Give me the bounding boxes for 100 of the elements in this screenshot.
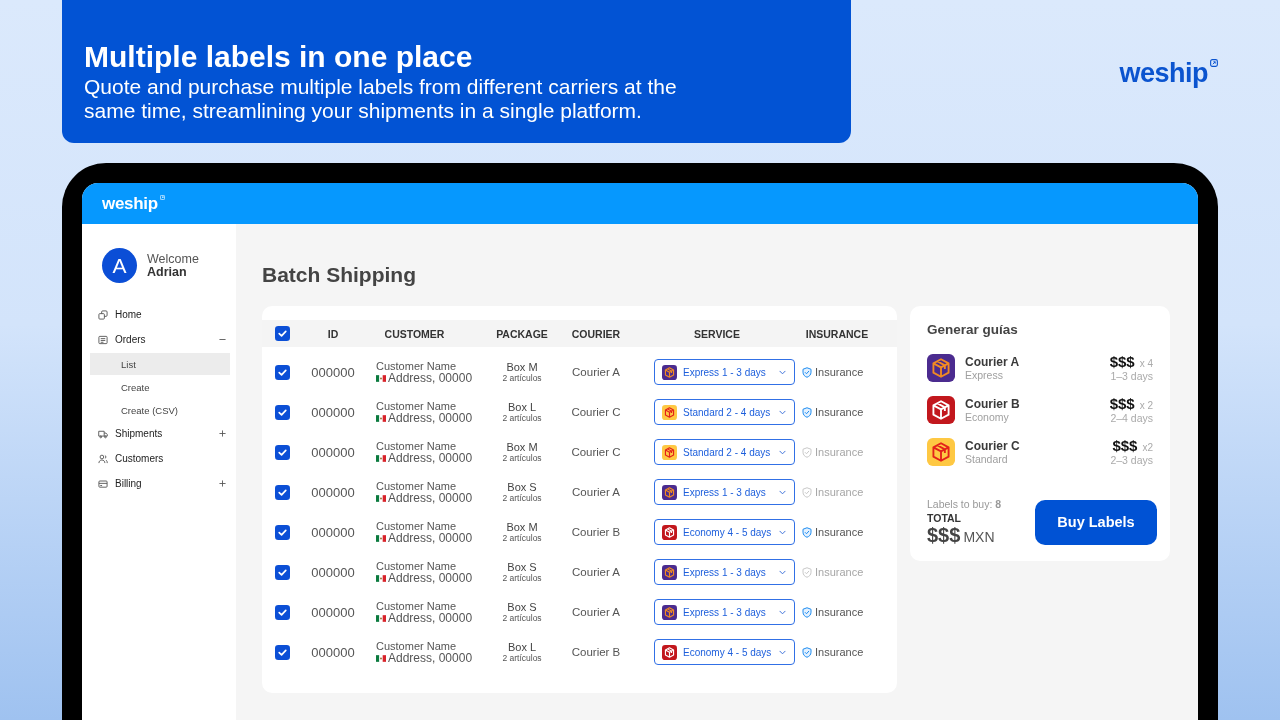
address-text: Address, 00000 [388, 411, 473, 425]
item-count: 2 artículos [502, 493, 542, 503]
price-text: $$$ [1112, 438, 1138, 454]
item-count: 2 artículos [502, 653, 542, 663]
chevron-down-icon [779, 409, 786, 415]
row-checkbox[interactable] [275, 524, 290, 540]
flag-icon [376, 454, 386, 462]
total-label: TOTAL [927, 511, 963, 525]
total-amount: $$$ [927, 525, 961, 545]
courier-name: Courier B [570, 526, 622, 538]
sidebar-item[interactable]: Customers [82, 446, 236, 471]
people-icon [98, 453, 108, 464]
banner-description: Quote and purchase multiple labels from different carriers at the same time, streamlining your shipments in a single platform. [84, 75, 678, 123]
service-type: Economy [965, 411, 1010, 423]
row-checkbox[interactable] [275, 444, 290, 460]
service-dropdown[interactable]: Standard 2 - 4 days [654, 399, 795, 425]
plus-icon[interactable] [219, 430, 226, 437]
chevron-down-icon [779, 529, 786, 535]
row-checkbox[interactable] [275, 484, 290, 500]
sidebar-subitem[interactable]: Create [90, 376, 230, 398]
shield-check-icon [802, 486, 812, 498]
select-all-checkbox[interactable] [275, 326, 290, 341]
order-id: 000000 [310, 444, 356, 460]
package-name: Box M [506, 521, 538, 533]
avatar: A [102, 248, 137, 283]
currency-text: MXN [963, 528, 995, 547]
row-checkbox[interactable] [275, 564, 290, 580]
service-dropdown[interactable]: Economy 4 - 5 days [654, 639, 795, 665]
customer-name: Customer Name [376, 439, 458, 452]
user-name: Adrian [147, 265, 188, 279]
shield-check-icon [802, 646, 812, 658]
box-icon [662, 604, 677, 620]
box-icon [662, 364, 677, 380]
insurance-toggle[interactable]: Insurance [802, 366, 864, 378]
service-dropdown[interactable]: Express 1 - 3 days [654, 359, 795, 385]
courier-name: Courier C [965, 439, 1020, 453]
flag-icon [376, 534, 386, 542]
customer-name: Customer Name [376, 479, 458, 492]
package-name: Box M [506, 361, 538, 373]
package-name: Box S [507, 481, 537, 493]
sidebar-item[interactable]: Orders [82, 327, 236, 352]
sidebar-item[interactable]: Home [82, 302, 236, 327]
row-checkbox[interactable] [275, 644, 290, 660]
customer-name: Customer Name [376, 519, 458, 532]
box-icon [662, 564, 677, 580]
courier-name: Courier B [965, 397, 1020, 411]
address-text: Address, 00000 [388, 611, 473, 625]
service-dropdown[interactable]: Economy 4 - 5 days [654, 519, 795, 545]
flag-icon [376, 574, 386, 582]
sidebar-item[interactable]: Billing [82, 471, 236, 496]
summary-title: Generar guías [927, 321, 1019, 339]
chevron-down-icon [779, 449, 786, 455]
shield-check-icon [802, 446, 812, 458]
chevron-down-icon [779, 569, 786, 575]
flag-icon [376, 614, 386, 622]
insurance-toggle[interactable]: Insurance [802, 646, 864, 658]
courier-name: Courier C [570, 446, 622, 458]
box-icon [662, 444, 677, 460]
order-id: 000000 [310, 604, 356, 620]
courier-name: Courier A [571, 566, 621, 578]
insurance-toggle[interactable]: Insurance [802, 406, 864, 418]
customer-name: Customer Name [376, 559, 458, 572]
item-count: 2 artículos [502, 533, 542, 543]
sidebar-item[interactable]: Shipments [82, 421, 236, 446]
row-checkbox[interactable] [275, 604, 290, 620]
customer-name: Customer Name [376, 639, 458, 652]
labels-count-text: Labels to buy: 8 [927, 497, 1002, 511]
box-icon [662, 644, 677, 660]
courier-name: Courier B [570, 646, 622, 658]
row-checkbox[interactable] [275, 364, 290, 380]
package-name: Box S [507, 561, 537, 573]
plus-icon[interactable] [219, 480, 226, 487]
chevron-down-icon [779, 649, 786, 655]
quantity-text: x 2 [1139, 400, 1153, 411]
arrow-square-icon [159, 195, 165, 200]
buy-labels-button[interactable]: Buy Labels [1035, 499, 1157, 545]
row-checkbox[interactable] [275, 404, 290, 420]
minus-icon[interactable] [219, 336, 226, 343]
column-header: CUSTOMER [383, 327, 446, 340]
box-icon [927, 396, 955, 424]
service-dropdown[interactable]: Express 1 - 3 days [654, 599, 795, 625]
chevron-down-icon [779, 609, 786, 615]
shield-check-icon [802, 366, 812, 378]
item-count: 2 artículos [502, 613, 542, 623]
item-count: 2 artículos [502, 373, 542, 383]
sidebar-subitem[interactable]: List [90, 353, 230, 375]
package-name: Box M [506, 441, 538, 453]
order-id: 000000 [310, 364, 356, 380]
insurance-toggle[interactable]: Insurance [802, 606, 864, 618]
service-dropdown[interactable]: Express 1 - 3 days [654, 559, 795, 585]
sidebar-subitem[interactable]: Create (CSV) [90, 399, 230, 421]
price-text: $$$ [1109, 396, 1135, 412]
service-dropdown[interactable]: Standard 2 - 4 days [654, 439, 795, 465]
column-header: ID [326, 327, 340, 340]
insurance-toggle[interactable]: Insurance [802, 526, 864, 538]
service-dropdown[interactable]: Express 1 - 3 days [654, 479, 795, 505]
quantity-text: x 4 [1139, 358, 1153, 369]
order-id: 000000 [310, 644, 356, 660]
card-icon [98, 478, 108, 489]
item-count: 2 artículos [502, 453, 542, 463]
